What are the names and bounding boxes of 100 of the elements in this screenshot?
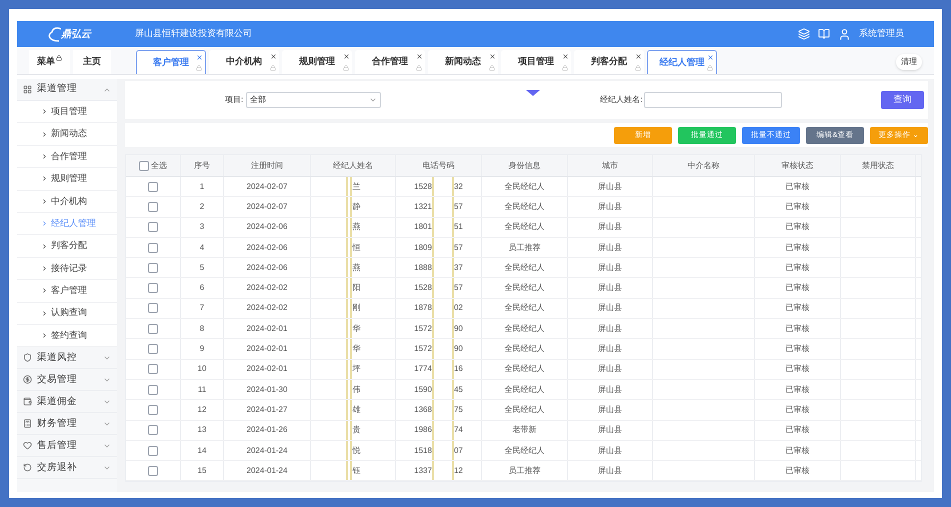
tab[interactable]: 中介机构 <box>209 50 279 74</box>
column-header: 中介名称 <box>653 155 755 176</box>
close-icon[interactable] <box>707 54 714 61</box>
table-cell: 2 <box>181 197 224 217</box>
sidebar-subitem[interactable]: 规则管理 <box>17 168 117 191</box>
checkbox[interactable] <box>148 262 158 273</box>
checkbox[interactable] <box>148 446 158 456</box>
user-icon[interactable] <box>838 28 851 40</box>
sidebar-subitem[interactable]: 签约查询 <box>17 324 117 348</box>
logo-text: 鼎弘云 <box>61 28 91 42</box>
table-cell: 2024-02-06 <box>224 218 311 237</box>
triangle-icon <box>526 90 540 96</box>
tab[interactable]: 判客分配 <box>574 50 644 74</box>
query-button[interactable]: 查询 <box>881 91 924 109</box>
table-cell: 1518 <box>414 444 432 456</box>
chevron-right-icon <box>41 175 48 182</box>
sidebar-subitem[interactable]: 认购查询 <box>17 302 117 325</box>
tab[interactable]: 新闻动态 <box>428 50 498 74</box>
heart-icon <box>23 441 32 450</box>
table-cell: 11 <box>181 380 224 400</box>
menu-button[interactable]: 菜单 <box>29 50 70 74</box>
table-cell: 12 <box>454 464 463 477</box>
close-icon[interactable] <box>270 53 277 60</box>
table-cell: 屏山县 <box>568 278 653 298</box>
select-all-label: 全选 <box>151 160 167 172</box>
checkbox[interactable] <box>148 242 158 253</box>
checkbox[interactable] <box>148 182 158 192</box>
table-cell: 2024-02-07 <box>224 177 311 196</box>
table-cell: 15 <box>181 461 224 480</box>
table-cell: 74 <box>454 424 463 436</box>
table-cell: 1590 <box>414 384 432 396</box>
table-cell: 1801 <box>414 221 432 234</box>
checkbox[interactable] <box>148 466 158 476</box>
column-header: 城市 <box>568 155 653 176</box>
table-cell: 2024-02-01 <box>224 339 311 359</box>
checkbox[interactable] <box>148 283 158 294</box>
column-header: 电话号码 <box>396 155 482 176</box>
user-name[interactable]: 系统管理员 <box>859 27 904 41</box>
checkbox[interactable] <box>148 303 158 314</box>
checkbox[interactable] <box>148 384 158 395</box>
chevron-right-icon <box>41 220 48 228</box>
chevron-right-icon <box>41 108 48 116</box>
table-cell: 2024-02-06 <box>224 238 311 258</box>
sidebar-subitem[interactable]: 判客分配 <box>17 235 117 258</box>
table-cell: 7 <box>181 298 224 318</box>
name-input[interactable] <box>644 92 782 108</box>
wallet-icon <box>23 397 32 406</box>
table-cell: 已审核 <box>755 218 841 237</box>
sidebar-subitem[interactable]: 客户管理 <box>17 280 117 303</box>
checkbox[interactable] <box>148 222 158 232</box>
table-cell: 已审核 <box>755 360 841 379</box>
table-cell: 刚 <box>352 302 360 314</box>
table-cell: 51 <box>454 221 463 234</box>
tab[interactable]: 客户管理 <box>136 50 206 74</box>
checkbox[interactable] <box>148 324 158 334</box>
table-cell: 阳 <box>352 282 360 294</box>
sidebar-subitem[interactable]: 中介机构 <box>17 190 117 213</box>
table-cell: 老带新 <box>482 420 568 440</box>
column-header: 审核状态 <box>755 155 841 176</box>
table-cell: 12 <box>181 400 224 420</box>
table-cell: 07 <box>454 444 463 456</box>
table-cell: 恒 <box>352 242 360 254</box>
table-cell: 屏山县 <box>568 380 653 400</box>
lock-icon <box>562 65 568 71</box>
table-cell: 2024-02-07 <box>224 197 311 217</box>
redaction-bar <box>432 238 454 258</box>
sidebar-subitem[interactable]: 接待记录 <box>17 258 117 280</box>
tab[interactable]: 经纪人管理 <box>647 50 717 74</box>
chevron-right-icon <box>41 242 48 250</box>
table-cell: 全民经纪人 <box>482 400 568 420</box>
checkbox[interactable] <box>148 344 158 354</box>
checkbox[interactable] <box>148 364 158 374</box>
tab[interactable]: 项目管理 <box>501 50 571 74</box>
checkbox[interactable] <box>148 404 158 415</box>
close-icon[interactable] <box>416 53 423 60</box>
sidebar-subitem[interactable]: 新闻动态 <box>17 123 117 146</box>
checkbox[interactable] <box>139 160 149 170</box>
close-icon[interactable] <box>562 53 569 60</box>
tab[interactable]: 规则管理 <box>282 50 352 74</box>
project-select[interactable]: 全部 <box>246 92 382 108</box>
close-icon[interactable] <box>343 53 350 60</box>
project-label: 项目: <box>225 94 244 106</box>
checkbox[interactable] <box>148 202 158 212</box>
lock-icon <box>270 65 276 71</box>
book-icon[interactable] <box>818 28 830 40</box>
close-icon[interactable] <box>196 54 203 61</box>
checkbox[interactable] <box>148 425 158 436</box>
sidebar-subitem[interactable]: 项目管理 <box>17 101 117 124</box>
table-cell: 员工推荐 <box>482 461 568 480</box>
close-icon[interactable] <box>635 53 642 60</box>
chevron-right-icon <box>41 130 48 138</box>
home-tab[interactable]: 主页 <box>73 50 111 74</box>
lock-icon <box>56 55 62 61</box>
sidebar-subitem[interactable]: 合作管理 <box>17 146 117 168</box>
close-icon[interactable] <box>489 53 496 60</box>
clear-button[interactable]: 清理 <box>896 54 922 70</box>
layers-icon[interactable] <box>798 28 810 40</box>
redaction-bar <box>432 380 454 400</box>
tab[interactable]: 合作管理 <box>355 50 425 74</box>
table-cell: 华 <box>352 343 360 356</box>
